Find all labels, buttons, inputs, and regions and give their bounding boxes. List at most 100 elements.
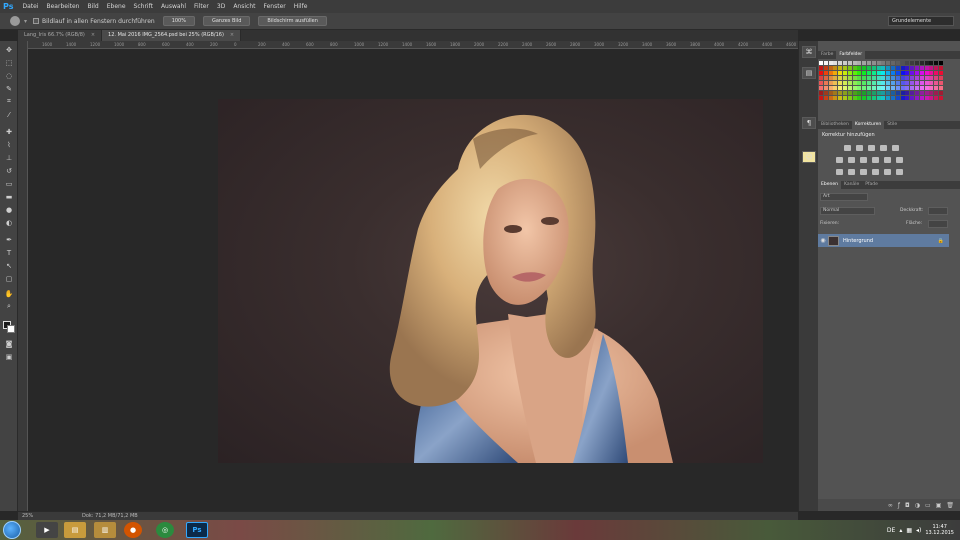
- swatch[interactable]: [934, 86, 939, 90]
- properties-icon[interactable]: ▤: [802, 67, 816, 79]
- swatch[interactable]: [900, 76, 905, 80]
- menu-bearbeiten[interactable]: Bearbeiten: [43, 3, 84, 10]
- swatch[interactable]: [919, 96, 924, 100]
- swatch[interactable]: [867, 66, 871, 70]
- swatch[interactable]: [876, 66, 881, 70]
- opacity-field[interactable]: [928, 207, 948, 215]
- swatch[interactable]: [900, 66, 905, 70]
- tab-layers[interactable]: Ebenen: [818, 181, 841, 189]
- swatch[interactable]: [833, 91, 838, 95]
- swatch[interactable]: [867, 96, 871, 100]
- swatch[interactable]: [934, 81, 939, 85]
- chrome-icon[interactable]: ◎: [156, 522, 174, 538]
- swatch[interactable]: [895, 81, 900, 85]
- tab-channels[interactable]: Kanäle: [841, 181, 862, 189]
- swatch-grid[interactable]: [819, 61, 943, 103]
- swatch[interactable]: [929, 96, 934, 100]
- swatch[interactable]: [891, 81, 895, 85]
- swatch[interactable]: [881, 71, 886, 75]
- swatch[interactable]: [900, 96, 905, 100]
- portrait-photo[interactable]: [218, 99, 763, 463]
- swatch[interactable]: [843, 61, 847, 65]
- swatch[interactable]: [905, 86, 910, 90]
- swatch[interactable]: [819, 76, 823, 80]
- swatch[interactable]: [823, 66, 828, 70]
- swatch[interactable]: [847, 61, 852, 65]
- fx-icon[interactable]: ƒ: [898, 502, 900, 509]
- chevron-down-icon[interactable]: ▾: [24, 18, 27, 25]
- swatch[interactable]: [828, 91, 833, 95]
- swatch[interactable]: [895, 96, 900, 100]
- screen-mode-icon[interactable]: ▣: [4, 352, 14, 361]
- swatch[interactable]: [828, 71, 833, 75]
- adjustment-icon[interactable]: [896, 169, 903, 175]
- scroll-all-checkbox[interactable]: [33, 18, 40, 24]
- swatch[interactable]: [843, 91, 847, 95]
- swatch[interactable]: [857, 71, 862, 75]
- swatch[interactable]: [915, 66, 919, 70]
- trash-icon[interactable]: 🗑: [946, 502, 954, 509]
- swatch[interactable]: [876, 86, 881, 90]
- zoom-100-button[interactable]: 100%: [162, 16, 195, 26]
- plugin-icon[interactable]: ☺: [802, 151, 816, 163]
- swatch[interactable]: [924, 96, 929, 100]
- swatch[interactable]: [857, 61, 862, 65]
- swatch[interactable]: [823, 71, 828, 75]
- swatch[interactable]: [838, 76, 843, 80]
- swatch[interactable]: [819, 81, 823, 85]
- swatch[interactable]: [924, 86, 929, 90]
- swatch[interactable]: [915, 91, 919, 95]
- swatch[interactable]: [862, 76, 867, 80]
- swatch[interactable]: [857, 81, 862, 85]
- swatch[interactable]: [929, 91, 934, 95]
- shape-icon[interactable]: ▢: [4, 274, 14, 283]
- swatch[interactable]: [934, 76, 939, 80]
- swatch[interactable]: [910, 71, 915, 75]
- swatch[interactable]: [881, 61, 886, 65]
- stamp-icon[interactable]: ⊥: [4, 153, 14, 162]
- swatch[interactable]: [939, 81, 943, 85]
- swatch[interactable]: [939, 76, 943, 80]
- swatch[interactable]: [819, 86, 823, 90]
- swatch[interactable]: [924, 76, 929, 80]
- tab-color[interactable]: Farbe: [818, 51, 836, 59]
- swatch[interactable]: [924, 81, 929, 85]
- swatch[interactable]: [871, 71, 876, 75]
- swatch[interactable]: [838, 61, 843, 65]
- swatch[interactable]: [843, 76, 847, 80]
- quick-mask-icon[interactable]: ◙: [4, 339, 14, 348]
- marquee-icon[interactable]: ⬚: [4, 58, 14, 67]
- swatch[interactable]: [939, 61, 943, 65]
- swatch[interactable]: [915, 61, 919, 65]
- swatch[interactable]: [838, 91, 843, 95]
- swatch[interactable]: [857, 66, 862, 70]
- swatch[interactable]: [915, 86, 919, 90]
- menu-filter[interactable]: Filter: [190, 3, 213, 10]
- language-indicator[interactable]: DE: [887, 527, 895, 534]
- swatch[interactable]: [929, 86, 934, 90]
- swatch[interactable]: [871, 96, 876, 100]
- swatch[interactable]: [838, 66, 843, 70]
- swatch[interactable]: [823, 61, 828, 65]
- character-icon[interactable]: ¶: [802, 117, 816, 129]
- document-canvas[interactable]: [28, 49, 798, 511]
- swatch[interactable]: [843, 71, 847, 75]
- new-layer-icon[interactable]: ▣: [936, 502, 942, 509]
- swatch[interactable]: [934, 66, 939, 70]
- swatch[interactable]: [939, 66, 943, 70]
- swatch[interactable]: [867, 76, 871, 80]
- swatch[interactable]: [905, 76, 910, 80]
- swatch[interactable]: [876, 76, 881, 80]
- swatch[interactable]: [886, 96, 891, 100]
- swatch[interactable]: [915, 81, 919, 85]
- healing-icon[interactable]: ✚: [4, 127, 14, 136]
- swatch[interactable]: [819, 66, 823, 70]
- swatch[interactable]: [900, 91, 905, 95]
- swatch[interactable]: [891, 71, 895, 75]
- swatch[interactable]: [828, 81, 833, 85]
- swatch[interactable]: [847, 66, 852, 70]
- swatch[interactable]: [823, 96, 828, 100]
- lasso-icon[interactable]: ◌: [4, 71, 14, 80]
- swatch[interactable]: [871, 66, 876, 70]
- swatch[interactable]: [919, 71, 924, 75]
